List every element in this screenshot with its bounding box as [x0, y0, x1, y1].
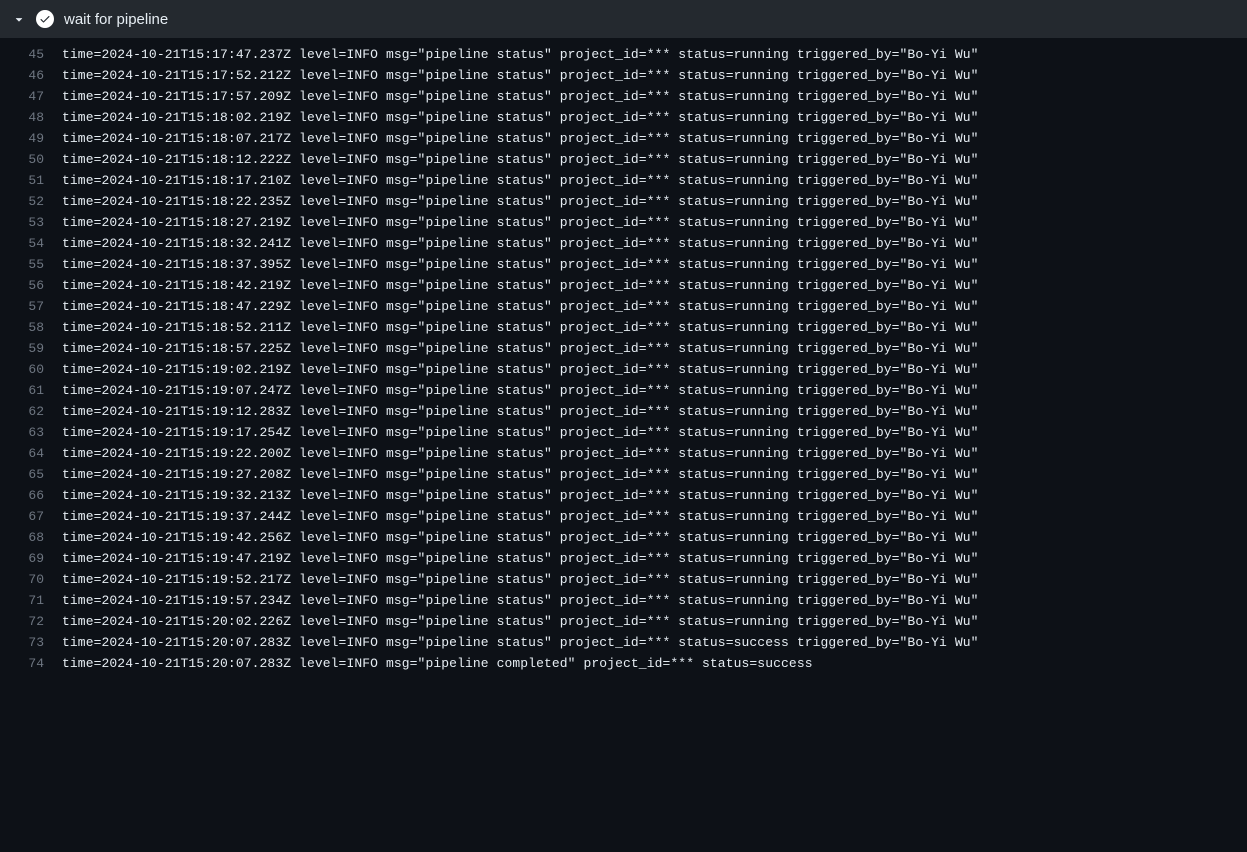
line-content: time=2024-10-21T15:20:07.283Z level=INFO…	[62, 632, 979, 653]
log-line: 73time=2024-10-21T15:20:07.283Z level=IN…	[0, 632, 1247, 653]
line-content: time=2024-10-21T15:19:12.283Z level=INFO…	[62, 401, 979, 422]
line-content: time=2024-10-21T15:19:47.219Z level=INFO…	[62, 548, 979, 569]
log-line: 52time=2024-10-21T15:18:22.235Z level=IN…	[0, 191, 1247, 212]
line-content: time=2024-10-21T15:19:52.217Z level=INFO…	[62, 569, 979, 590]
line-number[interactable]: 52	[0, 191, 62, 212]
line-number[interactable]: 74	[0, 653, 62, 674]
log-line: 69time=2024-10-21T15:19:47.219Z level=IN…	[0, 548, 1247, 569]
log-line: 47time=2024-10-21T15:17:57.209Z level=IN…	[0, 86, 1247, 107]
line-content: time=2024-10-21T15:19:57.234Z level=INFO…	[62, 590, 979, 611]
line-content: time=2024-10-21T15:20:07.283Z level=INFO…	[62, 653, 813, 674]
log-line: 62time=2024-10-21T15:19:12.283Z level=IN…	[0, 401, 1247, 422]
log-line: 49time=2024-10-21T15:18:07.217Z level=IN…	[0, 128, 1247, 149]
line-number[interactable]: 60	[0, 359, 62, 380]
line-number[interactable]: 62	[0, 401, 62, 422]
log-line: 54time=2024-10-21T15:18:32.241Z level=IN…	[0, 233, 1247, 254]
line-content: time=2024-10-21T15:18:27.219Z level=INFO…	[62, 212, 979, 233]
line-content: time=2024-10-21T15:19:37.244Z level=INFO…	[62, 506, 979, 527]
line-content: time=2024-10-21T15:19:02.219Z level=INFO…	[62, 359, 979, 380]
line-number[interactable]: 57	[0, 296, 62, 317]
line-number[interactable]: 63	[0, 422, 62, 443]
line-content: time=2024-10-21T15:19:17.254Z level=INFO…	[62, 422, 979, 443]
line-number[interactable]: 53	[0, 212, 62, 233]
log-line: 71time=2024-10-21T15:19:57.234Z level=IN…	[0, 590, 1247, 611]
log-line: 65time=2024-10-21T15:19:27.208Z level=IN…	[0, 464, 1247, 485]
success-check-icon	[36, 10, 54, 28]
line-content: time=2024-10-21T15:18:37.395Z level=INFO…	[62, 254, 979, 275]
line-number[interactable]: 59	[0, 338, 62, 359]
log-line: 45time=2024-10-21T15:17:47.237Z level=IN…	[0, 44, 1247, 65]
log-line: 55time=2024-10-21T15:18:37.395Z level=IN…	[0, 254, 1247, 275]
log-line: 50time=2024-10-21T15:18:12.222Z level=IN…	[0, 149, 1247, 170]
log-line: 66time=2024-10-21T15:19:32.213Z level=IN…	[0, 485, 1247, 506]
log-line: 59time=2024-10-21T15:18:57.225Z level=IN…	[0, 338, 1247, 359]
log-line: 61time=2024-10-21T15:19:07.247Z level=IN…	[0, 380, 1247, 401]
line-number[interactable]: 69	[0, 548, 62, 569]
line-number[interactable]: 49	[0, 128, 62, 149]
log-line: 51time=2024-10-21T15:18:17.210Z level=IN…	[0, 170, 1247, 191]
line-number[interactable]: 73	[0, 632, 62, 653]
line-content: time=2024-10-21T15:18:12.222Z level=INFO…	[62, 149, 979, 170]
log-line: 53time=2024-10-21T15:18:27.219Z level=IN…	[0, 212, 1247, 233]
line-number[interactable]: 70	[0, 569, 62, 590]
line-content: time=2024-10-21T15:19:42.256Z level=INFO…	[62, 527, 979, 548]
line-number[interactable]: 65	[0, 464, 62, 485]
log-line: 68time=2024-10-21T15:19:42.256Z level=IN…	[0, 527, 1247, 548]
line-number[interactable]: 55	[0, 254, 62, 275]
line-content: time=2024-10-21T15:19:32.213Z level=INFO…	[62, 485, 979, 506]
log-line: 72time=2024-10-21T15:20:02.226Z level=IN…	[0, 611, 1247, 632]
line-content: time=2024-10-21T15:19:22.200Z level=INFO…	[62, 443, 979, 464]
line-number[interactable]: 61	[0, 380, 62, 401]
line-number[interactable]: 64	[0, 443, 62, 464]
line-content: time=2024-10-21T15:20:02.226Z level=INFO…	[62, 611, 979, 632]
step-title: wait for pipeline	[64, 11, 168, 28]
line-content: time=2024-10-21T15:18:42.219Z level=INFO…	[62, 275, 979, 296]
log-line: 56time=2024-10-21T15:18:42.219Z level=IN…	[0, 275, 1247, 296]
line-number[interactable]: 58	[0, 317, 62, 338]
line-content: time=2024-10-21T15:19:07.247Z level=INFO…	[62, 380, 979, 401]
line-number[interactable]: 56	[0, 275, 62, 296]
line-content: time=2024-10-21T15:18:57.225Z level=INFO…	[62, 338, 979, 359]
line-content: time=2024-10-21T15:18:07.217Z level=INFO…	[62, 128, 979, 149]
log-line: 57time=2024-10-21T15:18:47.229Z level=IN…	[0, 296, 1247, 317]
log-line: 67time=2024-10-21T15:19:37.244Z level=IN…	[0, 506, 1247, 527]
line-content: time=2024-10-21T15:17:57.209Z level=INFO…	[62, 86, 979, 107]
line-number[interactable]: 48	[0, 107, 62, 128]
log-line: 64time=2024-10-21T15:19:22.200Z level=IN…	[0, 443, 1247, 464]
line-content: time=2024-10-21T15:18:22.235Z level=INFO…	[62, 191, 979, 212]
chevron-down-icon[interactable]	[12, 12, 26, 26]
line-content: time=2024-10-21T15:18:17.210Z level=INFO…	[62, 170, 979, 191]
line-content: time=2024-10-21T15:18:02.219Z level=INFO…	[62, 107, 979, 128]
log-line: 48time=2024-10-21T15:18:02.219Z level=IN…	[0, 107, 1247, 128]
line-content: time=2024-10-21T15:18:32.241Z level=INFO…	[62, 233, 979, 254]
line-content: time=2024-10-21T15:17:47.237Z level=INFO…	[62, 44, 979, 65]
line-number[interactable]: 50	[0, 149, 62, 170]
line-number[interactable]: 54	[0, 233, 62, 254]
line-number[interactable]: 72	[0, 611, 62, 632]
log-line: 46time=2024-10-21T15:17:52.212Z level=IN…	[0, 65, 1247, 86]
log-output: 45time=2024-10-21T15:17:47.237Z level=IN…	[0, 38, 1247, 674]
line-content: time=2024-10-21T15:18:52.211Z level=INFO…	[62, 317, 979, 338]
line-content: time=2024-10-21T15:17:52.212Z level=INFO…	[62, 65, 979, 86]
log-line: 70time=2024-10-21T15:19:52.217Z level=IN…	[0, 569, 1247, 590]
line-number[interactable]: 46	[0, 65, 62, 86]
line-content: time=2024-10-21T15:18:47.229Z level=INFO…	[62, 296, 979, 317]
line-number[interactable]: 51	[0, 170, 62, 191]
log-line: 63time=2024-10-21T15:19:17.254Z level=IN…	[0, 422, 1247, 443]
line-number[interactable]: 47	[0, 86, 62, 107]
log-line: 60time=2024-10-21T15:19:02.219Z level=IN…	[0, 359, 1247, 380]
line-content: time=2024-10-21T15:19:27.208Z level=INFO…	[62, 464, 979, 485]
line-number[interactable]: 67	[0, 506, 62, 527]
line-number[interactable]: 71	[0, 590, 62, 611]
log-line: 74time=2024-10-21T15:20:07.283Z level=IN…	[0, 653, 1247, 674]
step-header[interactable]: wait for pipeline	[0, 0, 1247, 38]
log-line: 58time=2024-10-21T15:18:52.211Z level=IN…	[0, 317, 1247, 338]
line-number[interactable]: 66	[0, 485, 62, 506]
line-number[interactable]: 68	[0, 527, 62, 548]
line-number[interactable]: 45	[0, 44, 62, 65]
